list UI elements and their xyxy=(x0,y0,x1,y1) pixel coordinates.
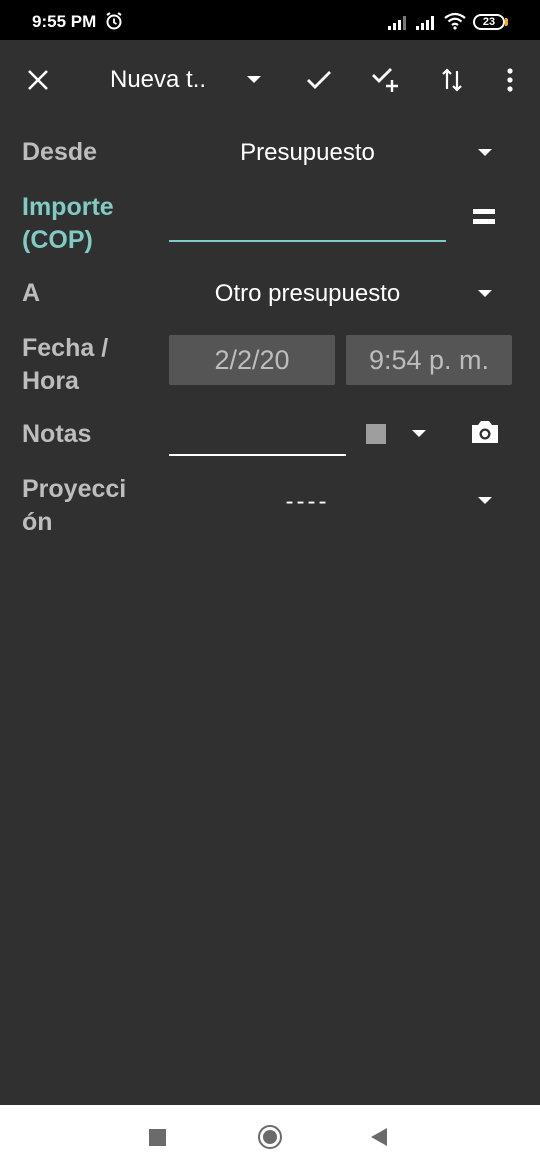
amount-label-line1: Importe xyxy=(22,193,114,221)
status-time: 9:55 PM xyxy=(32,12,97,31)
chevron-down-icon[interactable] xyxy=(238,64,270,96)
more-vert-icon[interactable] xyxy=(494,64,526,96)
battery-icon: 23 xyxy=(473,14,505,30)
chevron-down-icon[interactable] xyxy=(478,149,492,156)
projection-label-line1: Proyecci xyxy=(22,475,127,503)
battery-tip xyxy=(505,18,508,26)
from-label: Desde xyxy=(22,138,98,166)
projection-label-line2: ón xyxy=(22,508,53,536)
camera-icon[interactable] xyxy=(470,419,500,450)
date-field[interactable]: 2/2/20 xyxy=(169,335,335,385)
swap-vertical-icon[interactable] xyxy=(436,64,468,96)
to-account-select[interactable]: Otro presupuesto xyxy=(170,280,445,308)
wifi-icon xyxy=(444,12,466,35)
transaction-type-title[interactable]: Nueva t.. xyxy=(110,66,215,94)
datetime-label-line2: Hora xyxy=(22,367,79,395)
toolbar: Nueva t.. xyxy=(0,40,540,120)
recents-icon[interactable] xyxy=(149,1129,166,1146)
system-nav-bar xyxy=(0,1105,540,1170)
status-bar: 9:55 PM 23 xyxy=(0,0,540,40)
home-icon[interactable] xyxy=(258,1125,282,1149)
calculator-equals-icon[interactable] xyxy=(473,209,495,229)
amount-input-underline xyxy=(169,240,446,242)
amount-label-line2: (COP) xyxy=(22,226,93,254)
back-icon[interactable] xyxy=(371,1128,387,1146)
chevron-down-icon[interactable] xyxy=(412,430,426,437)
to-label: A xyxy=(22,279,41,307)
close-icon[interactable] xyxy=(22,64,54,96)
from-account-select[interactable]: Presupuesto xyxy=(170,139,445,167)
time-field[interactable]: 9:54 p. m. xyxy=(346,335,512,385)
datetime-label-line1: Fecha / xyxy=(22,334,109,362)
projection-select[interactable]: ---- xyxy=(170,488,445,516)
signal-icon xyxy=(388,14,410,35)
notes-label: Notas xyxy=(22,420,92,448)
check-icon[interactable] xyxy=(303,64,335,96)
check-plus-icon[interactable] xyxy=(370,64,402,96)
color-swatch[interactable] xyxy=(366,424,386,444)
signal-icon xyxy=(416,14,438,35)
chevron-down-icon[interactable] xyxy=(478,497,492,504)
chevron-down-icon[interactable] xyxy=(478,290,492,297)
alarm-icon xyxy=(104,11,124,36)
notes-input-underline xyxy=(169,454,346,456)
